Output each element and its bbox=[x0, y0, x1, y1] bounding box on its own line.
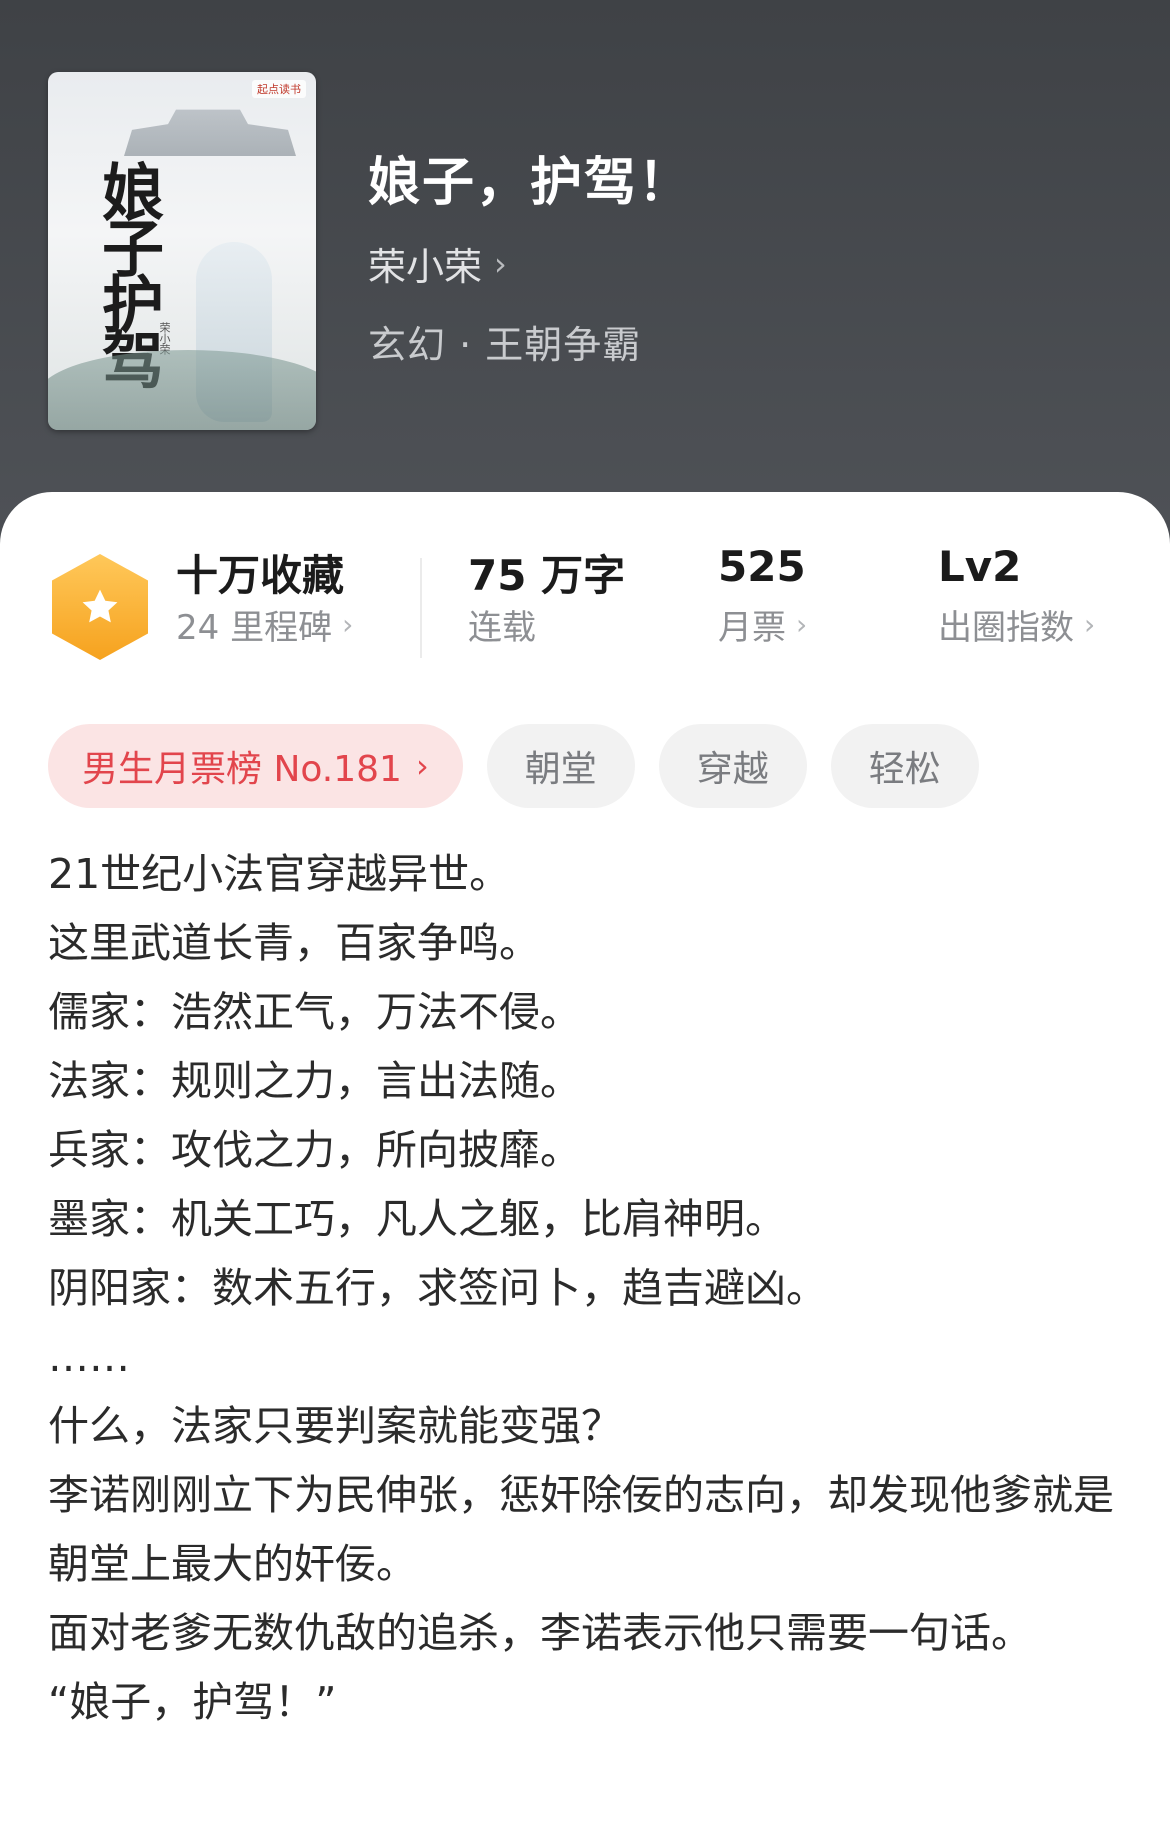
book-info-card: 十万收藏 24 里程碑 › 75 万字 连载 525 月票 › Lv2 出圈指数… bbox=[0, 492, 1170, 1822]
chevron-right-icon: › bbox=[494, 244, 507, 283]
milestone-label: 24 里程碑 bbox=[176, 608, 333, 648]
stats-row: 十万收藏 24 里程碑 › 75 万字 连载 525 月票 › Lv2 出圈指数… bbox=[0, 542, 1170, 662]
book-genre: 玄幻 · 王朝争霸 bbox=[368, 323, 642, 367]
tag-chip[interactable]: 朝堂 bbox=[486, 724, 635, 808]
tag-chip[interactable]: 穿越 bbox=[658, 724, 807, 808]
synopsis-line: 21世纪小法官穿越异世。 bbox=[48, 850, 511, 898]
word-count: 75 万字 bbox=[468, 551, 626, 600]
synopsis-line: 什么，法家只要判案就能变强？ bbox=[48, 1402, 622, 1450]
synopsis-line: 李诺刚刚立下为民伸张，惩奸除佞的志向，却发现他爹就是朝堂上最大的奸佞。 bbox=[48, 1471, 1114, 1588]
monthly-ticket-label: 月票 bbox=[718, 608, 786, 648]
rank-tag[interactable]: 男生月票榜 No.181 › bbox=[48, 724, 463, 808]
synopsis-line: 墨家：机关工巧，凡人之躯，比肩神明。 bbox=[48, 1195, 786, 1243]
book-cover[interactable]: 起点读书 娘子护驾 荣小荣 bbox=[48, 72, 316, 430]
milestone-link[interactable]: 24 里程碑 › bbox=[176, 600, 353, 649]
synopsis-line: 法家：规则之力，言出法随。 bbox=[48, 1057, 581, 1105]
star-icon bbox=[82, 589, 118, 623]
cover-publisher-badge: 起点读书 bbox=[252, 80, 306, 98]
author-name: 荣小荣 bbox=[368, 245, 483, 289]
author-link[interactable]: 荣小荣 › bbox=[368, 236, 507, 291]
monthly-ticket-count: 525 bbox=[718, 542, 806, 591]
serial-status: 连载 bbox=[468, 600, 536, 649]
monthly-ticket-link[interactable]: 月票 › bbox=[718, 600, 807, 649]
tag-chip[interactable]: 轻松 bbox=[830, 724, 979, 808]
synopsis-line: 这里武道长青，百家争鸣。 bbox=[48, 919, 540, 967]
breakout-index-label: 出圈指数 bbox=[938, 608, 1074, 648]
breakout-index-link[interactable]: 出圈指数 › bbox=[938, 600, 1095, 649]
synopsis-line: 儒家：浩然正气，万法不侵。 bbox=[48, 988, 581, 1036]
book-synopsis: 21世纪小法官穿越异世。 这里武道长青，百家争鸣。 儒家：浩然正气，万法不侵。 … bbox=[48, 840, 1128, 1737]
stats-divider bbox=[420, 558, 422, 658]
collection-badge-icon bbox=[52, 554, 148, 660]
book-title: 娘子，护驾！ bbox=[368, 153, 693, 213]
tag-row: 男生月票榜 No.181 › 朝堂 穿越 轻松 bbox=[48, 724, 979, 808]
chevron-right-icon: › bbox=[796, 608, 808, 641]
synopsis-line: …… bbox=[48, 1333, 130, 1381]
cover-palace-art bbox=[124, 109, 296, 156]
cover-landscape-art bbox=[48, 350, 316, 430]
collection-count: 十万收藏 bbox=[176, 551, 345, 600]
cover-title-art: 娘子护驾 bbox=[91, 160, 164, 384]
chevron-right-icon: › bbox=[342, 608, 354, 641]
synopsis-line: “娘子，护驾！” bbox=[48, 1678, 337, 1726]
chevron-right-icon: › bbox=[415, 747, 429, 785]
synopsis-line: 兵家：攻伐之力，所向披靡。 bbox=[48, 1126, 581, 1174]
synopsis-line: 面对老爹无数仇敌的追杀，李诺表示他只需要一句话。 bbox=[48, 1609, 1032, 1657]
synopsis-line: 阴阳家：数术五行，求签问卜，趋吉避凶。 bbox=[48, 1264, 827, 1312]
breakout-level: Lv2 bbox=[938, 542, 1022, 591]
rank-tag-label: 男生月票榜 No.181 bbox=[82, 749, 402, 790]
serial-status-label: 连载 bbox=[468, 608, 536, 648]
chevron-right-icon: › bbox=[1084, 608, 1096, 641]
